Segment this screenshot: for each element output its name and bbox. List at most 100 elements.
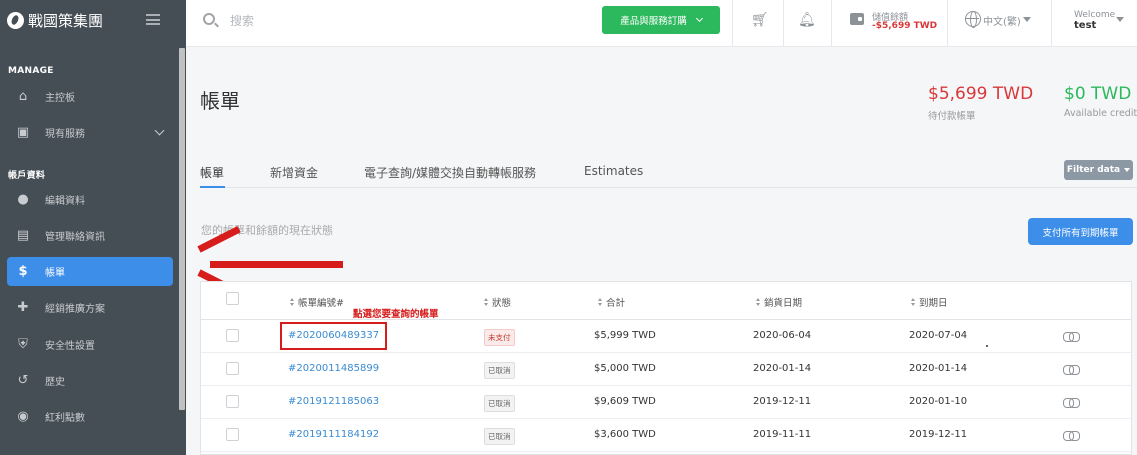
- column-header-invoice[interactable]: 帳單編號#: [290, 295, 344, 309]
- sidebar-item-contacts[interactable]: ▤ 管理聯絡資訊: [7, 221, 173, 250]
- invoice-due-date: 2020-01-14: [909, 363, 968, 374]
- invoice-total: $3,600 TWD: [594, 429, 656, 440]
- language-selector[interactable]: 中文(繁): [983, 13, 1021, 28]
- pay-all-due-button[interactable]: 支付所有到期帳單: [1028, 218, 1133, 245]
- sidebar-item-security[interactable]: ⛨ 安全性設置: [7, 330, 173, 359]
- shield-icon: ⛨: [18, 337, 28, 352]
- invoice-date: 2020-01-14: [753, 363, 812, 374]
- tab-estimates[interactable]: Estimates: [584, 164, 643, 178]
- link-icon[interactable]: [1063, 365, 1080, 375]
- sidebar-item-label: 帳單: [45, 268, 65, 279]
- credit-amount: $0 TWD: [1064, 84, 1132, 104]
- column-label: 狀態: [492, 298, 512, 309]
- status-badge: 未支付: [484, 329, 515, 346]
- sort-icon: [290, 297, 295, 307]
- link-icon[interactable]: [1063, 332, 1080, 342]
- invoice-due-date: 2020-07-04: [909, 330, 968, 341]
- hamburger-menu-icon[interactable]: [146, 14, 160, 25]
- row-checkbox[interactable]: [226, 395, 239, 408]
- column-label: 帳單編號#: [298, 298, 344, 309]
- divider: [783, 0, 784, 47]
- tab-auto-transfer[interactable]: 電子查詢/媒體交換自動轉帳服務: [364, 164, 536, 181]
- table-header: 帳單編號# 狀態 合計 銷貨日期 到期日: [201, 282, 1131, 320]
- sort-icon: [484, 297, 489, 307]
- sidebar-item-label: 管理聯絡資訊: [45, 232, 105, 243]
- invoice-total: $9,609 TWD: [594, 396, 656, 407]
- wallet-icon[interactable]: [850, 13, 864, 25]
- column-label: 合計: [606, 298, 626, 309]
- invoice-link[interactable]: #2019121185063: [288, 396, 379, 407]
- invoice-total: $5,000 TWD: [594, 363, 656, 374]
- stray-dot: [986, 345, 988, 347]
- tab-add-funds[interactable]: 新增資金: [270, 164, 318, 181]
- user-icon: ●: [17, 192, 29, 207]
- sidebar-item-label: 現有服務: [45, 129, 85, 140]
- link-icon[interactable]: [1063, 398, 1080, 408]
- cart-icon[interactable]: 🛒︎: [751, 12, 769, 28]
- column-header-status[interactable]: 狀態: [484, 295, 511, 309]
- globe-icon[interactable]: [965, 11, 981, 28]
- sidebar-item-edit-profile[interactable]: ● 編輯資料: [7, 185, 173, 214]
- row-checkbox[interactable]: [226, 329, 239, 342]
- table-row[interactable]: #2020011485899 已取消 $5,000 TWD 2020-01-14…: [201, 353, 1131, 386]
- annotation-hint-text: 點選您要查詢的帳單: [353, 309, 439, 320]
- invoice-date: 2020-06-04: [753, 330, 812, 341]
- sidebar-item-label: 編輯資料: [45, 196, 85, 207]
- table-row[interactable]: #2019111184192 已取消 $3,600 TWD 2019-11-11…: [201, 419, 1131, 452]
- status-badge: 已取消: [484, 395, 515, 412]
- section-title-account: 帳戶資料: [8, 171, 46, 181]
- invoice-link[interactable]: #2020011485899: [288, 363, 379, 374]
- wallet-balance: -$5,699 TWD: [872, 21, 938, 31]
- points-icon: ◉: [17, 409, 29, 424]
- divider: [732, 0, 733, 47]
- topbar: 產品與服務訂購 🛒︎ 🔔︎ 儲值餘額 -$5,699 TWD 中文(繁) Wel…: [186, 0, 1137, 47]
- sidebar-item-services[interactable]: ▣ 現有服務: [7, 118, 173, 147]
- link-icon[interactable]: [1063, 431, 1080, 441]
- chevron-down-icon: [695, 14, 703, 23]
- divider: [831, 0, 832, 47]
- sidebar-scrollbar[interactable]: [179, 48, 185, 410]
- sidebar-item-label: 紅利點數: [45, 413, 85, 424]
- annotation-arrow-shaft: [210, 261, 343, 268]
- row-checkbox[interactable]: [226, 428, 239, 441]
- filter-label: Filter data: [1066, 165, 1121, 175]
- sidebar-item-dashboard[interactable]: ⌂ 主控板: [7, 82, 173, 111]
- logo-text: 戰國策集團: [28, 12, 104, 30]
- column-header-due-date[interactable]: 到期日: [911, 295, 948, 309]
- sidebar-item-history[interactable]: ↺ 歷史: [7, 366, 173, 395]
- order-products-button[interactable]: 產品與服務訂購: [602, 6, 720, 34]
- column-header-total[interactable]: 合計: [598, 295, 625, 309]
- home-icon: ⌂: [18, 89, 28, 104]
- invoice-due-date: 2019-12-11: [909, 429, 968, 440]
- contact-card-icon: ▤: [16, 228, 30, 243]
- filter-data-button[interactable]: Filter data: [1064, 160, 1133, 180]
- brand-logo[interactable]: 戰國策集團: [7, 10, 103, 31]
- select-all-checkbox[interactable]: [226, 292, 239, 305]
- sidebar-item-affiliates[interactable]: ✚ 經銷推廣方案: [7, 293, 173, 322]
- id-card-icon: ▣: [16, 125, 30, 140]
- annotation-highlight-box: [280, 322, 387, 350]
- chevron-down-icon: [154, 125, 165, 136]
- search-input[interactable]: [230, 11, 530, 31]
- table-row[interactable]: #2019121185063 已取消 $9,609 TWD 2019-12-11…: [201, 386, 1131, 419]
- invoice-date: 2019-11-11: [753, 429, 812, 440]
- column-header-date[interactable]: 銷貨日期: [756, 295, 802, 309]
- order-button-label: 產品與服務訂購: [620, 16, 687, 27]
- credit-label: Available credit: [1064, 108, 1137, 119]
- tab-invoices[interactable]: 帳單: [200, 164, 224, 181]
- invoice-link[interactable]: #2019111184192: [288, 429, 379, 440]
- sidebar-item-label: 歷史: [45, 377, 65, 388]
- caret-down-icon: [1124, 168, 1131, 172]
- invoice-total: $5,999 TWD: [594, 330, 656, 341]
- due-amount: $5,699 TWD: [928, 84, 1034, 104]
- welcome-label: Welcome: [1074, 10, 1116, 20]
- sidebar-item-billing[interactable]: $ 帳單: [7, 257, 173, 286]
- history-icon: ↺: [17, 373, 29, 388]
- section-title-manage: MANAGE: [8, 66, 54, 76]
- divider: [947, 0, 948, 47]
- row-checkbox[interactable]: [226, 362, 239, 375]
- sidebar-item-points[interactable]: ◉ 紅利點數: [7, 402, 173, 431]
- status-badge: 已取消: [484, 428, 515, 445]
- bell-icon[interactable]: 🔔︎: [798, 12, 816, 28]
- user-menu[interactable]: test: [1074, 20, 1096, 31]
